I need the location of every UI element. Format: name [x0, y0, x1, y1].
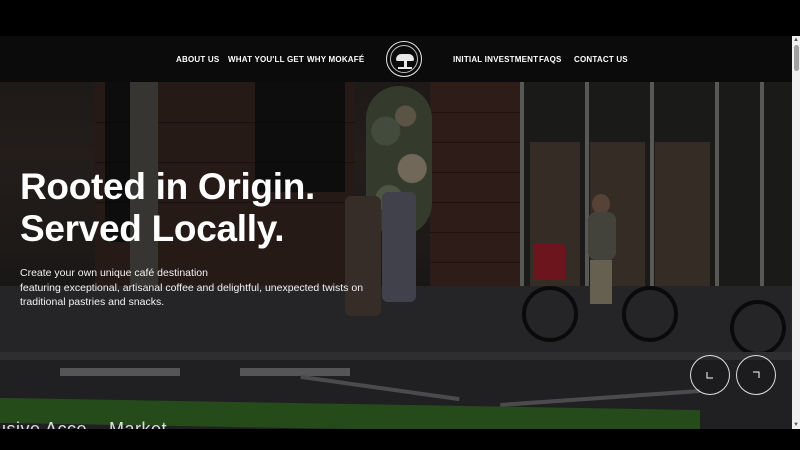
hero-subtitle-line-1: Create your own unique café destination: [20, 267, 208, 279]
hero-title: Rooted in Origin. Served Locally.: [20, 166, 315, 250]
site-header: ABOUT US WHAT YOU'LL GET WHY MOKAFÉ INIT…: [0, 36, 792, 82]
next-section-heading-peek: usive Acce... Market: [0, 419, 168, 429]
hero-title-line-1: Rooted in Origin.: [20, 166, 315, 207]
arrow-prev-icon: [706, 372, 713, 379]
nav-contact-us[interactable]: CONTACT US: [574, 55, 628, 64]
nav-about-us[interactable]: ABOUT US: [176, 55, 219, 64]
hero-subtitle-line-3: traditional pastries and snacks.: [20, 296, 165, 308]
slider-prev-button[interactable]: [690, 355, 730, 395]
arrow-next-icon: [753, 371, 760, 378]
nav-faqs[interactable]: FAQS: [539, 55, 562, 64]
nav-what-youll-get[interactable]: WHAT YOU'LL GET: [228, 55, 304, 64]
nav-why-mokafe[interactable]: WHY MOKAFÉ: [307, 55, 364, 64]
slider-next-button[interactable]: [736, 355, 776, 395]
letterbox-bottom: [0, 429, 800, 450]
scroll-thumb[interactable]: [793, 45, 799, 71]
browser-viewport: ABOUT US WHAT YOU'LL GET WHY MOKAFÉ INIT…: [0, 36, 792, 429]
scroll-up-icon[interactable]: ▲: [793, 37, 799, 43]
hero-title-line-2: Served Locally.: [20, 208, 285, 249]
scroll-down-icon[interactable]: ▼: [793, 422, 799, 428]
hero-subtitle-line-2: featuring exceptional, artisanal coffee …: [20, 281, 364, 294]
hero-subtitle: Create your own unique café destination …: [20, 266, 400, 310]
tree-emblem-icon[interactable]: [386, 41, 422, 77]
vertical-scrollbar[interactable]: ▲ ▼: [792, 36, 800, 429]
letterbox-top: [0, 0, 800, 36]
logo-ring: [390, 45, 418, 73]
nav-initial-investment[interactable]: INITIAL INVESTMENT: [453, 55, 538, 64]
